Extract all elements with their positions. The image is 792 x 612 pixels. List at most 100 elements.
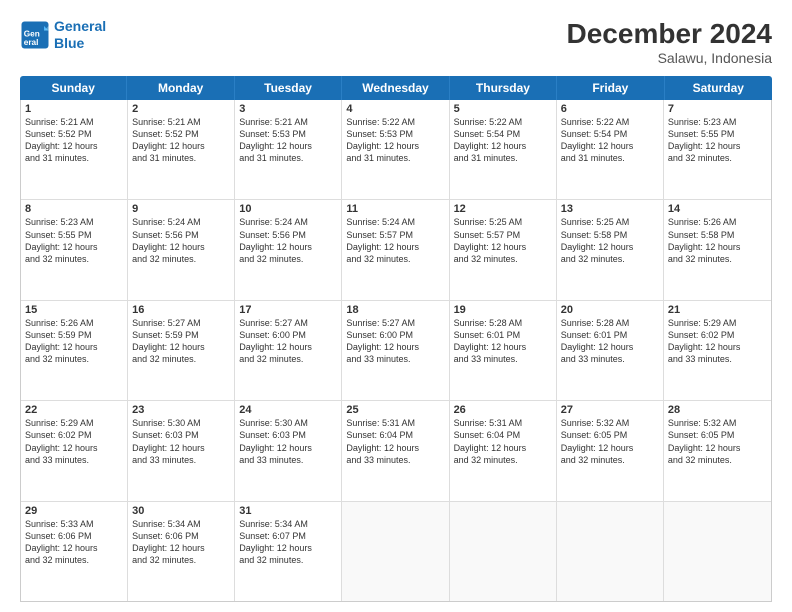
day-info: Sunrise: 5:21 AM Sunset: 5:52 PM Dayligh…	[25, 116, 123, 165]
day-number: 25	[346, 404, 444, 416]
day-info: Sunrise: 5:32 AM Sunset: 6:05 PM Dayligh…	[561, 417, 659, 466]
day-number: 6	[561, 103, 659, 115]
cal-cell-2-4: 11Sunrise: 5:24 AM Sunset: 5:57 PM Dayli…	[342, 200, 449, 299]
day-number: 18	[346, 304, 444, 316]
cal-cell-2-7: 14Sunrise: 5:26 AM Sunset: 5:58 PM Dayli…	[664, 200, 771, 299]
week-row-2: 8Sunrise: 5:23 AM Sunset: 5:55 PM Daylig…	[21, 200, 771, 300]
day-info: Sunrise: 5:24 AM Sunset: 5:56 PM Dayligh…	[239, 216, 337, 265]
day-info: Sunrise: 5:30 AM Sunset: 6:03 PM Dayligh…	[239, 417, 337, 466]
day-info: Sunrise: 5:27 AM Sunset: 6:00 PM Dayligh…	[239, 317, 337, 366]
cal-cell-1-3: 3Sunrise: 5:21 AM Sunset: 5:53 PM Daylig…	[235, 100, 342, 199]
day-info: Sunrise: 5:29 AM Sunset: 6:02 PM Dayligh…	[25, 417, 123, 466]
cal-cell-3-1: 15Sunrise: 5:26 AM Sunset: 5:59 PM Dayli…	[21, 301, 128, 400]
cal-cell-3-6: 20Sunrise: 5:28 AM Sunset: 6:01 PM Dayli…	[557, 301, 664, 400]
day-number: 8	[25, 203, 123, 215]
day-info: Sunrise: 5:28 AM Sunset: 6:01 PM Dayligh…	[454, 317, 552, 366]
day-number: 26	[454, 404, 552, 416]
day-number: 30	[132, 505, 230, 517]
cal-cell-1-1: 1Sunrise: 5:21 AM Sunset: 5:52 PM Daylig…	[21, 100, 128, 199]
day-info: Sunrise: 5:24 AM Sunset: 5:56 PM Dayligh…	[132, 216, 230, 265]
logo-text: General Blue	[54, 18, 106, 52]
day-number: 17	[239, 304, 337, 316]
week-row-1: 1Sunrise: 5:21 AM Sunset: 5:52 PM Daylig…	[21, 100, 771, 200]
cal-cell-2-6: 13Sunrise: 5:25 AM Sunset: 5:58 PM Dayli…	[557, 200, 664, 299]
cal-cell-4-7: 28Sunrise: 5:32 AM Sunset: 6:05 PM Dayli…	[664, 401, 771, 500]
day-number: 31	[239, 505, 337, 517]
day-info: Sunrise: 5:27 AM Sunset: 6:00 PM Dayligh…	[346, 317, 444, 366]
day-number: 22	[25, 404, 123, 416]
week-row-4: 22Sunrise: 5:29 AM Sunset: 6:02 PM Dayli…	[21, 401, 771, 501]
logo-line2: Blue	[54, 35, 84, 51]
day-info: Sunrise: 5:25 AM Sunset: 5:58 PM Dayligh…	[561, 216, 659, 265]
day-info: Sunrise: 5:21 AM Sunset: 5:53 PM Dayligh…	[239, 116, 337, 165]
day-info: Sunrise: 5:31 AM Sunset: 6:04 PM Dayligh…	[346, 417, 444, 466]
day-info: Sunrise: 5:29 AM Sunset: 6:02 PM Dayligh…	[668, 317, 767, 366]
header-tuesday: Tuesday	[235, 76, 342, 100]
cal-cell-2-3: 10Sunrise: 5:24 AM Sunset: 5:56 PM Dayli…	[235, 200, 342, 299]
day-number: 14	[668, 203, 767, 215]
day-info: Sunrise: 5:26 AM Sunset: 5:59 PM Dayligh…	[25, 317, 123, 366]
cal-cell-3-7: 21Sunrise: 5:29 AM Sunset: 6:02 PM Dayli…	[664, 301, 771, 400]
day-number: 24	[239, 404, 337, 416]
day-number: 5	[454, 103, 552, 115]
day-number: 28	[668, 404, 767, 416]
cal-cell-1-4: 4Sunrise: 5:22 AM Sunset: 5:53 PM Daylig…	[342, 100, 449, 199]
day-info: Sunrise: 5:23 AM Sunset: 5:55 PM Dayligh…	[668, 116, 767, 165]
day-info: Sunrise: 5:25 AM Sunset: 5:57 PM Dayligh…	[454, 216, 552, 265]
day-number: 3	[239, 103, 337, 115]
day-info: Sunrise: 5:33 AM Sunset: 6:06 PM Dayligh…	[25, 518, 123, 567]
cal-cell-3-3: 17Sunrise: 5:27 AM Sunset: 6:00 PM Dayli…	[235, 301, 342, 400]
cal-cell-4-3: 24Sunrise: 5:30 AM Sunset: 6:03 PM Dayli…	[235, 401, 342, 500]
cal-cell-1-2: 2Sunrise: 5:21 AM Sunset: 5:52 PM Daylig…	[128, 100, 235, 199]
logo: Gen eral General Blue	[20, 18, 106, 52]
day-number: 13	[561, 203, 659, 215]
day-info: Sunrise: 5:32 AM Sunset: 6:05 PM Dayligh…	[668, 417, 767, 466]
cal-cell-5-6	[557, 502, 664, 601]
cal-cell-5-7	[664, 502, 771, 601]
page: Gen eral General Blue December 2024 Sala…	[0, 0, 792, 612]
day-info: Sunrise: 5:27 AM Sunset: 5:59 PM Dayligh…	[132, 317, 230, 366]
cal-cell-5-2: 30Sunrise: 5:34 AM Sunset: 6:06 PM Dayli…	[128, 502, 235, 601]
calendar-header: Sunday Monday Tuesday Wednesday Thursday…	[20, 76, 772, 100]
calendar: Sunday Monday Tuesday Wednesday Thursday…	[20, 76, 772, 602]
title-block: December 2024 Salawu, Indonesia	[567, 18, 772, 66]
header: Gen eral General Blue December 2024 Sala…	[20, 18, 772, 66]
logo-line1: General	[54, 18, 106, 34]
day-number: 23	[132, 404, 230, 416]
day-info: Sunrise: 5:31 AM Sunset: 6:04 PM Dayligh…	[454, 417, 552, 466]
day-number: 15	[25, 304, 123, 316]
location: Salawu, Indonesia	[567, 50, 772, 66]
day-number: 29	[25, 505, 123, 517]
cal-cell-2-5: 12Sunrise: 5:25 AM Sunset: 5:57 PM Dayli…	[450, 200, 557, 299]
cal-cell-4-2: 23Sunrise: 5:30 AM Sunset: 6:03 PM Dayli…	[128, 401, 235, 500]
day-info: Sunrise: 5:28 AM Sunset: 6:01 PM Dayligh…	[561, 317, 659, 366]
day-number: 16	[132, 304, 230, 316]
header-monday: Monday	[127, 76, 234, 100]
cal-cell-5-1: 29Sunrise: 5:33 AM Sunset: 6:06 PM Dayli…	[21, 502, 128, 601]
cal-cell-4-5: 26Sunrise: 5:31 AM Sunset: 6:04 PM Dayli…	[450, 401, 557, 500]
day-number: 10	[239, 203, 337, 215]
header-sunday: Sunday	[20, 76, 127, 100]
cal-cell-5-3: 31Sunrise: 5:34 AM Sunset: 6:07 PM Dayli…	[235, 502, 342, 601]
cal-cell-1-6: 6Sunrise: 5:22 AM Sunset: 5:54 PM Daylig…	[557, 100, 664, 199]
cal-cell-4-4: 25Sunrise: 5:31 AM Sunset: 6:04 PM Dayli…	[342, 401, 449, 500]
day-number: 19	[454, 304, 552, 316]
header-thursday: Thursday	[450, 76, 557, 100]
header-friday: Friday	[557, 76, 664, 100]
day-number: 1	[25, 103, 123, 115]
cal-cell-2-1: 8Sunrise: 5:23 AM Sunset: 5:55 PM Daylig…	[21, 200, 128, 299]
cal-cell-3-2: 16Sunrise: 5:27 AM Sunset: 5:59 PM Dayli…	[128, 301, 235, 400]
day-info: Sunrise: 5:34 AM Sunset: 6:06 PM Dayligh…	[132, 518, 230, 567]
day-number: 20	[561, 304, 659, 316]
day-info: Sunrise: 5:24 AM Sunset: 5:57 PM Dayligh…	[346, 216, 444, 265]
day-info: Sunrise: 5:23 AM Sunset: 5:55 PM Dayligh…	[25, 216, 123, 265]
day-number: 7	[668, 103, 767, 115]
day-number: 11	[346, 203, 444, 215]
day-info: Sunrise: 5:26 AM Sunset: 5:58 PM Dayligh…	[668, 216, 767, 265]
cal-cell-5-4	[342, 502, 449, 601]
day-number: 12	[454, 203, 552, 215]
day-info: Sunrise: 5:30 AM Sunset: 6:03 PM Dayligh…	[132, 417, 230, 466]
day-number: 27	[561, 404, 659, 416]
week-row-5: 29Sunrise: 5:33 AM Sunset: 6:06 PM Dayli…	[21, 502, 771, 601]
day-info: Sunrise: 5:34 AM Sunset: 6:07 PM Dayligh…	[239, 518, 337, 567]
